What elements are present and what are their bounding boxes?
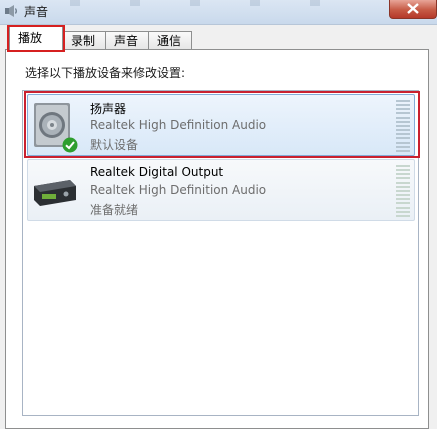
tab-sounds-label: 声音	[114, 34, 139, 48]
tab-sounds[interactable]: 声音	[105, 31, 149, 49]
device-status: 默认设备	[90, 138, 139, 152]
device-name: Realtek Digital Output	[90, 165, 224, 179]
digital-output-icon	[34, 180, 76, 206]
close-icon	[407, 3, 419, 14]
volume-meter	[396, 165, 410, 217]
device-speakers[interactable]: 扬声器 Realtek High Definition Audio 默认设备	[27, 94, 415, 156]
tab-playback[interactable]: 播放	[9, 26, 63, 50]
device-status: 准备就绪	[90, 203, 139, 217]
speaker-icon	[5, 5, 17, 17]
green-check-icon	[62, 137, 78, 153]
window-title: 声音	[24, 5, 49, 19]
tab-playback-label: 播放	[18, 31, 43, 45]
device-description: Realtek High Definition Audio	[90, 183, 267, 197]
title-bar-decoration	[70, 0, 370, 6]
device-digital-output[interactable]: Realtek Digital Output Realtek High Defi…	[27, 159, 415, 221]
title-bar: 声音	[0, 0, 437, 25]
tab-communications[interactable]: 通信	[148, 31, 192, 49]
instruction-text: 选择以下播放设备来修改设置:	[25, 66, 186, 80]
tab-communications-label: 通信	[157, 34, 182, 48]
device-name: 扬声器	[90, 102, 127, 116]
device-description: Realtek High Definition Audio	[90, 118, 267, 132]
tab-recording[interactable]: 录制	[62, 31, 106, 49]
volume-meter	[396, 100, 410, 152]
tab-recording-label: 录制	[71, 34, 96, 48]
close-button[interactable]	[389, 0, 437, 19]
